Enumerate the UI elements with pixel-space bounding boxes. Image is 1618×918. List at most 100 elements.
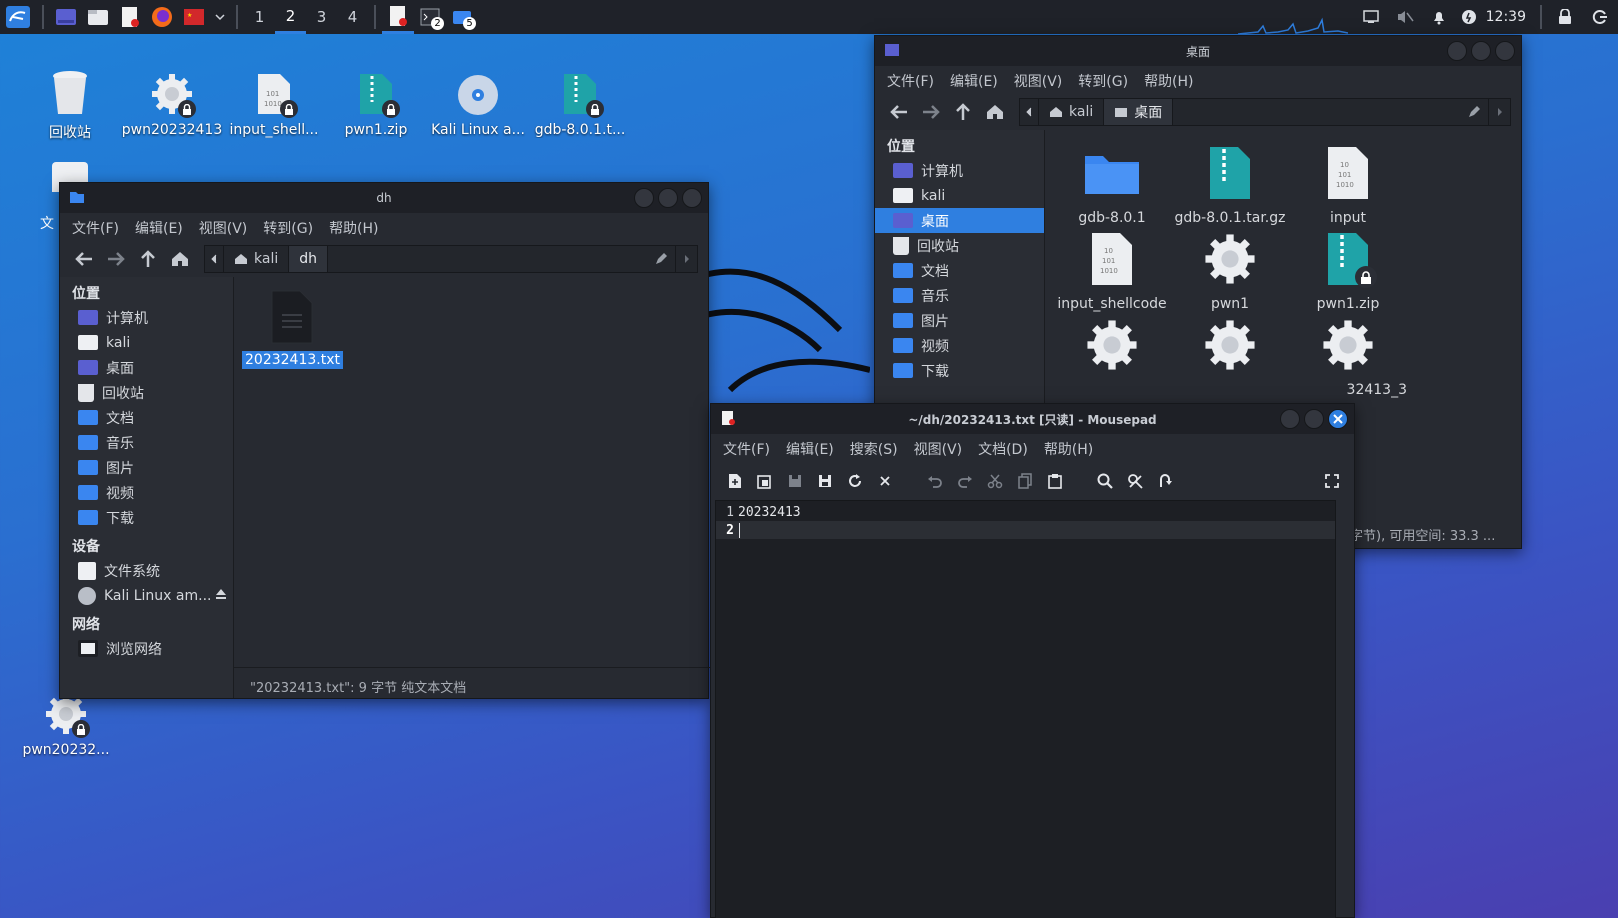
close-button[interactable] [1495,41,1515,61]
power-icon[interactable] [1456,0,1482,34]
cut-icon[interactable] [983,469,1007,493]
notification-bell-icon[interactable] [1422,0,1456,34]
file-item-input[interactable]: 10 101 1010 input [1289,140,1407,226]
eject-icon[interactable] [215,588,227,604]
sidebar-item-downloads[interactable]: 下载 [875,358,1044,383]
kali-menu-icon[interactable] [0,0,36,34]
close-document-icon[interactable] [873,469,897,493]
menu-go[interactable]: 转到(G) [263,218,313,238]
path-left-chevron-icon[interactable] [1020,99,1039,125]
menu-edit[interactable]: 编辑(E) [786,439,834,459]
up-arrow-icon[interactable] [134,245,162,273]
file-item-gdb-tar[interactable]: gdb-8.0.1.tar.gz [1171,140,1289,226]
window-titlebar[interactable]: 桌面 [875,36,1521,66]
logout-icon[interactable] [1582,0,1618,34]
sidebar-item-videos[interactable]: 视频 [60,480,233,505]
menu-edit[interactable]: 编辑(E) [950,71,998,91]
back-arrow-icon[interactable] [70,245,98,273]
sidebar-item-desktop[interactable]: 桌面 [60,355,233,380]
sidebar-item-computer[interactable]: 计算机 [60,305,233,330]
go-to-line-icon[interactable] [1153,469,1177,493]
sidebar-item-downloads[interactable]: 下载 [60,505,233,530]
workspace-3[interactable]: 3 [306,0,337,34]
path-left-chevron-icon[interactable] [205,246,224,272]
menu-go[interactable]: 转到(G) [1078,71,1128,91]
task-mousepad[interactable] [382,0,414,34]
menu-help[interactable]: 帮助(H) [1044,439,1093,459]
sidebar-item-kali-disc[interactable]: Kali Linux am... [60,583,233,608]
maximize-button[interactable] [658,188,678,208]
display-icon[interactable] [1354,0,1388,34]
desktop-icon-gdb-tar[interactable]: gdb-8.0.1.t... [528,58,632,138]
menu-document[interactable]: 文档(D) [978,439,1028,459]
lock-screen-icon[interactable] [1548,0,1582,34]
up-arrow-icon[interactable] [949,98,977,126]
task-file-manager[interactable]: 5 [446,0,478,34]
chevron-down-icon[interactable] [210,0,230,34]
file-item-input-shellcode[interactable]: 10 101 1010 input_shellcode [1053,226,1171,312]
minimize-button[interactable] [1280,409,1300,429]
sidebar-item-trash[interactable]: 回收站 [60,380,233,405]
sidebar-item-documents[interactable]: 文档 [60,405,233,430]
sidebar-item-music[interactable]: 音乐 [875,283,1044,308]
find-replace-icon[interactable] [1123,469,1147,493]
sidebar-item-pictures[interactable]: 图片 [875,308,1044,333]
file-item-gear-7[interactable] [1053,312,1171,398]
file-item-pwn1-zip[interactable]: pwn1.zip [1289,226,1407,312]
window-titlebar[interactable]: ~/dh/20232413.txt [只读] - Mousepad [711,404,1354,434]
paste-icon[interactable] [1043,469,1067,493]
maximize-button[interactable] [1304,409,1324,429]
minimize-button[interactable] [1447,41,1467,61]
workspace-2[interactable]: 2 [275,0,306,34]
desktop-icon-input-shellcode[interactable]: 101 1010 input_shell... [222,58,326,138]
menu-file[interactable]: 文件(F) [887,71,934,91]
sidebar-item-kali[interactable]: kali [60,330,233,355]
sidebar-item-pictures[interactable]: 图片 [60,455,233,480]
forward-arrow-icon[interactable] [102,245,130,273]
undo-icon[interactable] [923,469,947,493]
file-item-pwn1[interactable]: pwn1 [1171,226,1289,312]
fullscreen-icon[interactable] [1320,469,1344,493]
save-icon[interactable] [783,469,807,493]
reload-icon[interactable] [843,469,867,493]
desktop-icon-trash[interactable]: 回收站 [18,58,122,142]
menu-help[interactable]: 帮助(H) [1144,71,1193,91]
desktop-icon-kali-disc[interactable]: Kali Linux a... [426,58,530,138]
redo-icon[interactable] [953,469,977,493]
path-crumb-dh[interactable]: dh [289,246,328,272]
workspace-4[interactable]: 4 [337,0,368,34]
close-button[interactable] [1328,409,1348,429]
workspace-1[interactable]: 1 [244,0,275,34]
menu-view[interactable]: 视图(V) [199,218,248,238]
show-desktop-icon[interactable] [50,0,82,34]
file-item-gear-8[interactable] [1171,312,1289,398]
sidebar-item-filesystem[interactable]: 文件系统 [60,558,233,583]
path-crumb-kali[interactable]: kali [224,246,290,272]
path-crumb-desktop[interactable]: 桌面 [1104,99,1174,125]
menu-view[interactable]: 视图(V) [1014,71,1063,91]
path-right-chevron-icon[interactable] [675,246,697,272]
clock[interactable]: 12:39 [1486,9,1526,25]
file-item-20232413-txt[interactable]: 20232413.txt [242,287,343,369]
menu-file[interactable]: 文件(F) [723,439,770,459]
path-crumb-kali[interactable]: kali [1039,99,1105,125]
menu-help[interactable]: 帮助(H) [329,218,378,238]
new-document-icon[interactable] [723,469,747,493]
firefox-icon[interactable] [146,0,178,34]
home-icon[interactable] [166,245,194,273]
menu-edit[interactable]: 编辑(E) [135,218,183,238]
volume-muted-icon[interactable] [1388,0,1422,34]
file-item-32413-3[interactable]: 32413_3 [1289,312,1407,398]
edit-path-pencil-icon[interactable] [1460,99,1488,125]
sidebar-item-music[interactable]: 音乐 [60,430,233,455]
home-icon[interactable] [981,98,1009,126]
text-editor-area[interactable]: 1 20232413 2 [715,500,1336,918]
desktop-icon-pwn20232413[interactable]: pwn20232413 [120,58,224,138]
sidebar-item-desktop[interactable]: 桌面 [875,208,1044,233]
search-icon[interactable] [1093,469,1117,493]
back-arrow-icon[interactable] [885,98,913,126]
window-titlebar[interactable]: dh [60,183,708,213]
close-button[interactable] [682,188,702,208]
menu-file[interactable]: 文件(F) [72,218,119,238]
save-as-icon[interactable] [813,469,837,493]
